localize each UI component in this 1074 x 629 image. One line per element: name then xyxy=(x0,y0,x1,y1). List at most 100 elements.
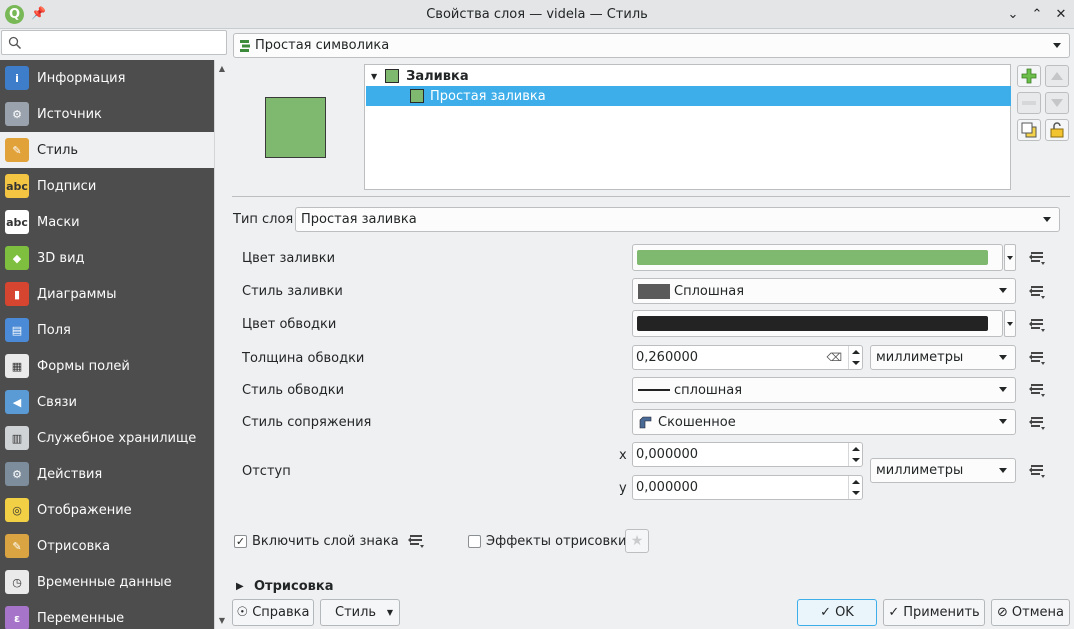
storage-icon: ▥ xyxy=(5,426,29,450)
data-defined-override-icon[interactable] xyxy=(1025,248,1049,268)
fill-symbol-icon xyxy=(385,69,400,83)
temporal-icon: ◷ xyxy=(5,570,29,594)
offset-unit-select[interactable]: миллиметры xyxy=(870,458,1016,483)
sidebar-item-label: Подписи xyxy=(37,178,97,194)
sidebar-item[interactable]: ⚙ Действия xyxy=(0,456,214,492)
sidebar-item[interactable]: abc Маски xyxy=(0,204,214,240)
data-defined-override-icon[interactable] xyxy=(1025,348,1049,368)
scroll-down-icon[interactable]: ▼ xyxy=(217,616,227,625)
star-icon: ★ xyxy=(630,533,644,549)
duplicate-layer-button[interactable] xyxy=(1017,119,1041,141)
draw-effects-checkbox[interactable] xyxy=(468,535,481,548)
tree-row-child[interactable]: Простая заливка xyxy=(366,86,1011,106)
offset-x-value: 0,000000 xyxy=(636,447,699,462)
rendering-icon: ✎ xyxy=(5,534,29,558)
sidebar-item[interactable]: i Информация xyxy=(0,60,214,96)
sidebar-item[interactable]: ε Переменные xyxy=(0,600,214,629)
fill-style-select[interactable]: Сплошная xyxy=(632,278,1016,304)
title-bar: Q 📌 Свойства слоя — videla — Стиль ⌄ ⌃ ✕ xyxy=(0,0,1074,29)
clear-icon[interactable]: ⌫ xyxy=(826,351,842,364)
move-down-button[interactable] xyxy=(1045,92,1069,114)
tree-row-root[interactable]: ▼ Заливка xyxy=(366,66,1011,86)
sidebar-item[interactable]: ✎ Отрисовка xyxy=(0,528,214,564)
join-style-select[interactable]: Скошенное xyxy=(632,409,1016,435)
ok-button-label: OK xyxy=(835,605,854,620)
stroke-width-value: 0,260000 xyxy=(636,350,699,365)
sidebar-item[interactable]: abc Подписи xyxy=(0,168,214,204)
enable-layer-checkbox[interactable]: ✓ xyxy=(234,535,247,548)
simple-fill-icon xyxy=(410,89,424,103)
symbol-preview xyxy=(265,97,326,158)
sidebar-item[interactable]: ⚙ Источник xyxy=(0,96,214,132)
sidebar-item[interactable]: ◆ 3D вид xyxy=(0,240,214,276)
close-icon[interactable]: ✕ xyxy=(1051,5,1071,25)
spin-arrows[interactable] xyxy=(848,476,862,499)
expand-right-icon[interactable]: ▶ xyxy=(236,581,244,592)
apply-button-label: Применить xyxy=(903,605,980,620)
fill-style-value: Сплошная xyxy=(674,283,745,299)
sidebar-item[interactable]: ▦ Формы полей xyxy=(0,348,214,384)
sidebar-item-label: Маски xyxy=(37,214,80,230)
sidebar-item-label: Переменные xyxy=(37,610,125,626)
sidebar-item-label: Служебное хранилище xyxy=(37,430,197,446)
data-defined-override-icon[interactable] xyxy=(1025,282,1049,302)
stroke-color-button[interactable] xyxy=(632,310,1003,337)
sidebar-item[interactable]: ▮ Диаграммы xyxy=(0,276,214,312)
move-up-button[interactable] xyxy=(1045,65,1069,87)
expand-icon[interactable]: ▼ xyxy=(371,72,377,81)
stroke-style-select[interactable]: сплошная xyxy=(632,377,1016,403)
enable-layer-label: Включить слой знака xyxy=(252,534,399,549)
check-icon: ✓ xyxy=(820,605,832,620)
lock-layer-button[interactable] xyxy=(1045,119,1069,141)
display-icon: ◎ xyxy=(5,498,29,522)
renderer-select[interactable]: Простая символика xyxy=(233,33,1070,58)
effects-button[interactable]: ★ xyxy=(625,529,649,553)
data-defined-override-icon[interactable] xyxy=(1025,380,1049,400)
actions-icon: ⚙ xyxy=(5,462,29,486)
ok-button[interactable]: ✓ OK xyxy=(797,599,877,626)
offset-y-input[interactable]: 0,000000 xyxy=(632,475,863,500)
stroke-width-input[interactable]: 0,260000 ⌫ xyxy=(632,345,863,370)
chevron-down-icon xyxy=(999,419,1007,424)
rendering-section-title[interactable]: Отрисовка xyxy=(254,579,333,594)
spin-arrows[interactable] xyxy=(848,346,862,369)
sidebar-item[interactable]: ▥ Служебное хранилище xyxy=(0,420,214,456)
tree-root-label: Заливка xyxy=(406,68,469,84)
minimize-icon[interactable]: ⌄ xyxy=(1003,5,1023,25)
sidebar-item[interactable]: ✎ Стиль xyxy=(0,132,214,168)
fill-style-swatch xyxy=(638,283,670,299)
stroke-width-unit-select[interactable]: миллиметры xyxy=(870,345,1016,370)
stroke-color-menu-button[interactable] xyxy=(1004,310,1016,337)
sidebar-item-label: Отображение xyxy=(37,502,132,518)
apply-button[interactable]: ✓ Применить xyxy=(883,599,985,626)
add-layer-button[interactable] xyxy=(1017,65,1041,87)
search-input[interactable] xyxy=(1,30,227,55)
data-defined-override-icon[interactable] xyxy=(404,531,428,551)
scroll-up-icon[interactable]: ▲ xyxy=(217,64,227,73)
help-button[interactable]: ☉ Справка xyxy=(232,599,314,626)
remove-layer-button[interactable] xyxy=(1017,92,1041,114)
data-defined-override-icon[interactable] xyxy=(1025,315,1049,335)
tree-child-label: Простая заливка xyxy=(430,88,546,104)
sidebar-scrollbar[interactable]: ▲ ▼ xyxy=(214,60,228,629)
sidebar-item[interactable]: ◀ Связи xyxy=(0,384,214,420)
renderer-label: Простая символика xyxy=(255,38,390,53)
offset-x-input[interactable]: 0,000000 xyxy=(632,442,863,467)
fill-color-button[interactable] xyxy=(632,244,1003,271)
data-defined-override-icon[interactable] xyxy=(1025,461,1049,481)
style-menu-button[interactable]: Стиль ▼ xyxy=(320,599,400,626)
arrow-up-icon xyxy=(1051,72,1063,80)
chevron-down-icon xyxy=(999,387,1007,392)
sidebar-item[interactable]: ▤ Поля xyxy=(0,312,214,348)
fill-color-menu-button[interactable] xyxy=(1004,244,1016,271)
sidebar-item-label: Диаграммы xyxy=(37,286,117,302)
maximize-icon[interactable]: ⌃ xyxy=(1027,5,1047,25)
sidebar-item[interactable]: ◎ Отображение xyxy=(0,492,214,528)
data-defined-override-icon[interactable] xyxy=(1025,413,1049,433)
sidebar-item[interactable]: ◷ Временные данные xyxy=(0,564,214,600)
layer-type-select[interactable]: Простая заливка xyxy=(295,207,1060,232)
diagrams-icon: ▮ xyxy=(5,282,29,306)
spin-arrows[interactable] xyxy=(848,443,862,466)
symbol-layer-tree[interactable]: ▼ Заливка Простая заливка xyxy=(364,64,1011,190)
cancel-button[interactable]: ⊘ Отмена xyxy=(991,599,1070,626)
